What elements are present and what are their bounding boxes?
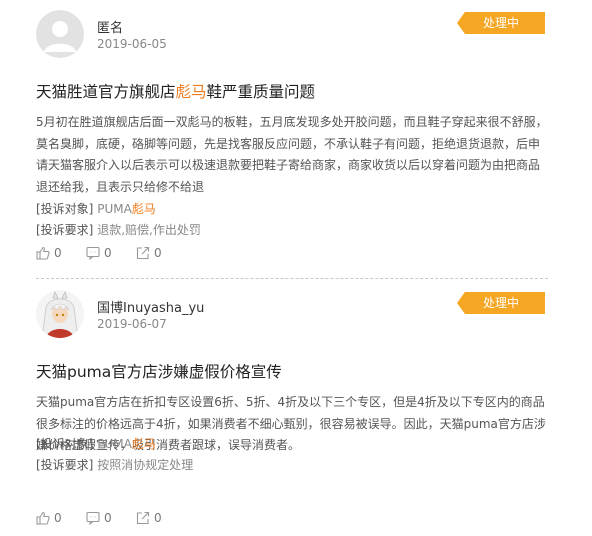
avatar[interactable] xyxy=(36,10,84,58)
like-button[interactable]: 0 xyxy=(36,246,86,260)
like-button[interactable]: 0 xyxy=(36,511,86,525)
body-line: 莫名臭脚，底硬，硌脚等问题，先是找客服反应问题，不承认鞋子有问题，拒绝退货退款，… xyxy=(36,136,541,151)
post-date: 2019-06-05 xyxy=(97,37,167,51)
comment-count: 0 xyxy=(104,511,112,525)
demand-label: [投诉要求] xyxy=(36,223,94,237)
complaint-body[interactable]: 5月初在胜道旗舰店后面一双彪马的板鞋，五月底发现多处开胶问题，而且鞋子穿起来很不… xyxy=(36,112,552,198)
complaint-card: 国博Inuyasha_yu 2019-06-07 处理中 天猫puma官方店涉嫌… xyxy=(0,280,592,536)
body-line: 天猫puma官方店在折扣专区设置6折、5折、4折及以下三个专区，但是4折及以下专… xyxy=(36,395,545,409)
comment-count: 0 xyxy=(104,246,112,260)
avatar[interactable] xyxy=(36,290,84,338)
demand-value: 按照消协规定处理 xyxy=(97,458,194,472)
status-badge: 处理中 xyxy=(457,292,545,314)
body-line: 请天猫客服介入以后表示可以极速退款要把鞋子寄给商家，商家收货以后以穿着问题为由把… xyxy=(36,158,541,172)
complaint-demand: [投诉要求] 按照消协规定处理 xyxy=(36,456,193,473)
post-divider xyxy=(36,278,548,279)
like-count: 0 xyxy=(54,246,62,260)
comment-icon xyxy=(86,511,100,525)
target-value[interactable]: PUMA xyxy=(97,202,132,216)
like-count: 0 xyxy=(54,511,62,525)
target-highlight[interactable]: 彪马 xyxy=(132,437,156,451)
body-line: 5月初在胜道旗舰店后面一双彪马的板鞋，五月底发现多处开胶问题，而且鞋子穿起来很不… xyxy=(36,115,548,129)
post-date: 2019-06-07 xyxy=(97,317,167,331)
demand-value: 退款,赔偿,作出处罚 xyxy=(97,223,201,237)
comment-button[interactable]: 0 xyxy=(86,246,136,260)
share-count: 0 xyxy=(154,246,162,260)
title-text-tail: 鞋严重质量问题 xyxy=(206,83,316,101)
comment-icon xyxy=(86,246,100,260)
complaint-target: [投诉对象] PUMA彪马 xyxy=(36,435,156,452)
title-text: 天猫puma官方店涉嫌虚假价格宣传 xyxy=(36,363,282,381)
title-text: 天猫胜道官方旗舰店 xyxy=(36,83,176,101)
target-label: [投诉对象] xyxy=(36,437,94,451)
title-highlight: 彪马 xyxy=(175,83,207,101)
thumbs-up-icon xyxy=(36,246,50,260)
share-icon xyxy=(136,511,150,525)
action-bar: 0 0 0 xyxy=(36,246,186,260)
complaint-card: 匿名 2019-06-05 处理中 天猫胜道官方旗舰店彪马鞋严重质量问题 5月初… xyxy=(0,0,592,278)
body-line: 很多标注的价格远高于4折，如果消费者不细心甄别，很容易被误导。因此，天猫puma… xyxy=(36,416,546,431)
complaint-target: [投诉对象] PUMA彪马 xyxy=(36,200,156,217)
target-value[interactable]: PUMA xyxy=(97,437,132,451)
action-bar: 0 0 0 xyxy=(36,511,186,525)
comment-button[interactable]: 0 xyxy=(86,511,136,525)
share-icon xyxy=(136,246,150,260)
status-badge: 处理中 xyxy=(457,12,545,34)
demand-label: [投诉要求] xyxy=(36,458,94,472)
share-button[interactable]: 0 xyxy=(136,511,186,525)
complaint-demand: [投诉要求] 退款,赔偿,作出处罚 xyxy=(36,221,201,238)
thumbs-up-icon xyxy=(36,511,50,525)
username[interactable]: 国博Inuyasha_yu xyxy=(97,297,204,316)
complaint-title[interactable]: 天猫puma官方店涉嫌虚假价格宣传 xyxy=(36,360,282,382)
complaint-title[interactable]: 天猫胜道官方旗舰店彪马鞋严重质量问题 xyxy=(36,80,315,102)
username[interactable]: 匿名 xyxy=(97,17,123,36)
target-highlight[interactable]: 彪马 xyxy=(132,202,156,216)
body-line: 退还给我，且表示只给修不给退 xyxy=(36,179,205,194)
target-label: [投诉对象] xyxy=(36,202,94,216)
share-button[interactable]: 0 xyxy=(136,246,186,260)
share-count: 0 xyxy=(154,511,162,525)
